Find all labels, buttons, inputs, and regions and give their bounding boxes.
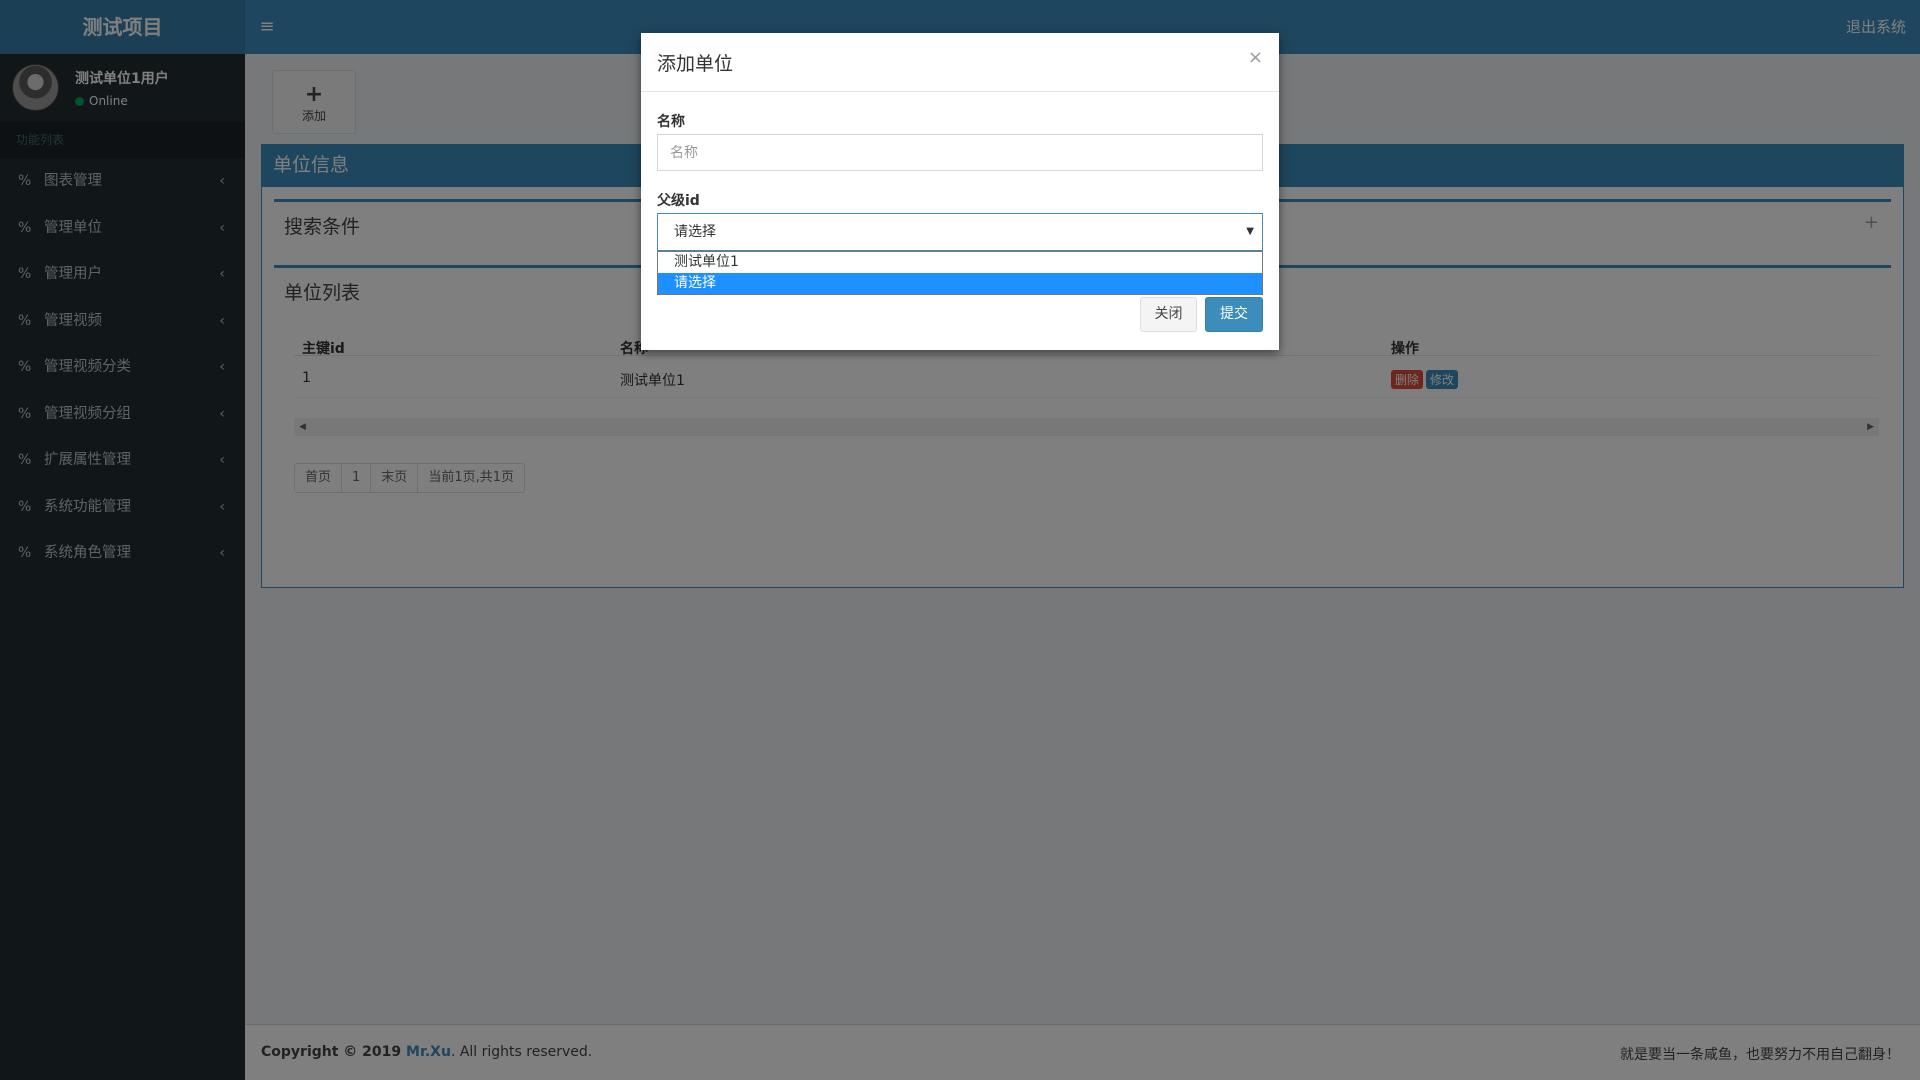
parent-id-dropdown: 测试单位1 请选择 — [657, 251, 1263, 295]
parent-id-label: 父级id — [657, 193, 700, 209]
dropdown-option-selected[interactable]: 请选择 — [658, 273, 1262, 294]
modal-header: 添加单位 × — [641, 33, 1279, 92]
dropdown-arrow-icon: ▼ — [1246, 226, 1254, 237]
name-label: 名称 — [657, 114, 685, 130]
modal-title: 添加单位 — [657, 53, 734, 75]
close-icon[interactable]: × — [1248, 47, 1263, 68]
parent-id-selected-value: 请选择 — [674, 224, 716, 240]
submit-button[interactable]: 提交 — [1205, 297, 1263, 332]
close-button[interactable]: 关闭 — [1140, 297, 1197, 332]
parent-id-select[interactable]: 请选择 ▼ — [657, 213, 1263, 251]
name-input[interactable] — [657, 134, 1263, 171]
add-unit-modal: 添加单位 × 名称 父级id 请选择 ▼ 测试单位1 请选择 关闭 提交 — [641, 33, 1279, 350]
dropdown-option[interactable]: 测试单位1 — [658, 252, 1262, 273]
